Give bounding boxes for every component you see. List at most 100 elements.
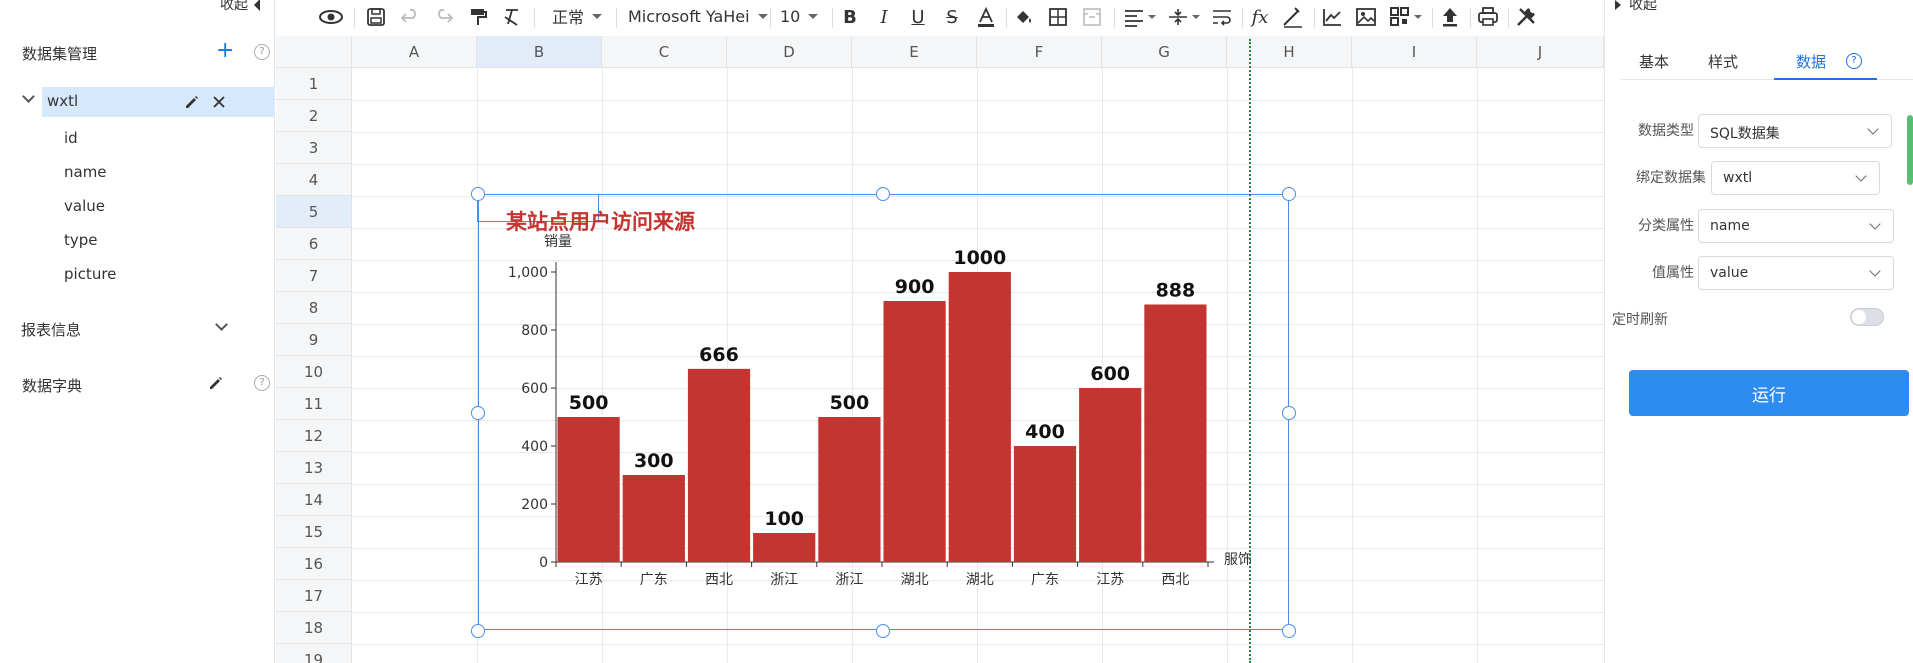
chart-marks: 0 200 400 600 800 1,000 500 江苏 300 广东 666 西北 100 浙江 50… xyxy=(508,247,1214,588)
font-color-icon[interactable] xyxy=(974,4,998,30)
column-header-e[interactable]: E xyxy=(852,36,977,68)
row-header-10[interactable]: 10 xyxy=(276,356,352,388)
function-icon[interactable]: fx xyxy=(1248,4,1272,30)
preview-eye-icon[interactable] xyxy=(318,4,344,30)
category-attribute-select[interactable]: name xyxy=(1698,209,1894,243)
format-painter-icon[interactable] xyxy=(466,4,490,30)
edit-dataset-icon[interactable] xyxy=(184,94,200,110)
help-icon[interactable]: ? xyxy=(1846,53,1862,69)
column-header-a[interactable]: A xyxy=(352,36,477,68)
left-collapse-button[interactable]: 收起 xyxy=(220,0,260,14)
qrcode-icon[interactable] xyxy=(1388,4,1424,30)
y-axis-label: 销量 xyxy=(544,234,572,250)
line-chart-icon[interactable] xyxy=(1320,4,1344,30)
italic-icon[interactable]: I xyxy=(872,4,896,30)
field-value[interactable]: value xyxy=(64,197,105,215)
report-info-section[interactable]: 报表信息 xyxy=(0,314,275,342)
row-header-6[interactable]: 6 xyxy=(276,228,352,260)
font-size-select[interactable]: 10 xyxy=(780,3,819,29)
row-header-1[interactable]: 1 xyxy=(276,68,352,100)
column-header-c[interactable]: C xyxy=(602,36,727,68)
column-header-f[interactable]: F xyxy=(977,36,1102,68)
column-header-i[interactable]: I xyxy=(1352,36,1477,68)
border-icon[interactable] xyxy=(1046,4,1070,30)
column-header-d[interactable]: D xyxy=(727,36,852,68)
column-header-g[interactable]: G xyxy=(1102,36,1227,68)
save-icon[interactable] xyxy=(364,4,388,30)
help-icon[interactable]: ? xyxy=(254,375,270,391)
property-tabs: 基本 样式 数据 ? xyxy=(1621,40,1913,80)
row-header-11[interactable]: 11 xyxy=(276,388,352,420)
tab-data[interactable]: 数据 xyxy=(1796,51,1826,72)
tab-basic[interactable]: 基本 xyxy=(1639,51,1669,72)
bar xyxy=(883,301,946,562)
row-header-7[interactable]: 7 xyxy=(276,260,352,292)
row-header-12[interactable]: 12 xyxy=(276,420,352,452)
auto-refresh-toggle[interactable] xyxy=(1850,308,1884,326)
bind-dataset-select[interactable]: wxtl xyxy=(1711,161,1880,195)
align-left-icon[interactable] xyxy=(1122,4,1158,30)
chart-wand-icon[interactable] xyxy=(1280,4,1306,30)
run-button[interactable]: 运行 xyxy=(1629,370,1909,416)
merge-cells-icon[interactable] xyxy=(1080,4,1104,30)
row-header-8[interactable]: 8 xyxy=(276,292,352,324)
x-tick-label: 湖北 xyxy=(966,572,994,588)
grid-line xyxy=(352,100,1604,101)
wrap-text-icon[interactable] xyxy=(1210,4,1234,30)
row-header-14[interactable]: 14 xyxy=(276,484,352,516)
style-select[interactable]: 正常 xyxy=(552,3,603,29)
page-break-line xyxy=(1249,39,1251,663)
row-header-16[interactable]: 16 xyxy=(276,548,352,580)
row-header-19[interactable]: 19 xyxy=(276,644,352,663)
data-type-select[interactable]: SQL数据集 xyxy=(1698,114,1892,148)
undo-icon[interactable] xyxy=(398,4,422,30)
help-icon[interactable]: ? xyxy=(254,44,270,60)
bar xyxy=(1144,304,1207,562)
underline-icon[interactable]: U xyxy=(906,4,930,30)
tab-style[interactable]: 样式 xyxy=(1708,51,1738,72)
row-header-13[interactable]: 13 xyxy=(276,452,352,484)
tools-icon[interactable] xyxy=(1514,4,1538,30)
corner-cell[interactable] xyxy=(276,36,352,68)
add-dataset-icon[interactable]: + xyxy=(216,40,234,62)
vertical-align-icon[interactable] xyxy=(1166,4,1202,30)
bar-value-label: 888 xyxy=(1156,279,1196,301)
clear-format-icon[interactable] xyxy=(500,4,524,30)
value-attribute-select[interactable]: value xyxy=(1698,256,1894,290)
column-header-j[interactable]: J xyxy=(1477,36,1604,68)
row-header-5[interactable]: 5 xyxy=(276,196,352,228)
x-tick-label: 广东 xyxy=(640,572,668,588)
row-header-17[interactable]: 17 xyxy=(276,580,352,612)
strikethrough-icon[interactable]: S xyxy=(940,4,964,30)
toolbar-divider xyxy=(534,8,535,28)
column-header-h[interactable]: H xyxy=(1227,36,1352,68)
font-select-value: Microsoft YaHei xyxy=(628,6,750,26)
font-select[interactable]: Microsoft YaHei xyxy=(628,3,768,29)
field-picture[interactable]: picture xyxy=(64,265,116,283)
expand-dataset-icon[interactable] xyxy=(22,90,35,103)
bar-chart[interactable]: 某站点用户访问来源 销量 服饰 0 200 400 600 800 1,000 500 江苏 3… xyxy=(478,194,1289,630)
bar xyxy=(948,272,1011,562)
field-type[interactable]: type xyxy=(64,231,98,249)
row-header-18[interactable]: 18 xyxy=(276,612,352,644)
bold-icon[interactable]: B xyxy=(838,4,862,30)
dataset-item-wxtl[interactable]: wxtl xyxy=(42,87,275,117)
field-id[interactable]: id xyxy=(64,129,78,147)
upload-icon[interactable] xyxy=(1438,4,1462,30)
row-header-9[interactable]: 9 xyxy=(276,324,352,356)
print-icon[interactable] xyxy=(1476,4,1500,30)
image-icon[interactable] xyxy=(1354,4,1378,30)
edit-dictionary-icon[interactable] xyxy=(208,375,224,391)
right-collapse-button[interactable]: 收起 xyxy=(1615,0,1657,14)
delete-dataset-icon[interactable] xyxy=(212,95,226,109)
row-header-3[interactable]: 3 xyxy=(276,132,352,164)
row-header-4[interactable]: 4 xyxy=(276,164,352,196)
right-panel: 收起 基本 样式 数据 ? xyxy=(1604,0,1913,663)
column-header-b[interactable]: B xyxy=(477,36,602,68)
category-attribute-value: name xyxy=(1710,218,1750,234)
fill-color-icon[interactable] xyxy=(1012,4,1036,30)
field-name[interactable]: name xyxy=(64,163,107,181)
row-header-2[interactable]: 2 xyxy=(276,100,352,132)
row-header-15[interactable]: 15 xyxy=(276,516,352,548)
redo-icon[interactable] xyxy=(432,4,456,30)
